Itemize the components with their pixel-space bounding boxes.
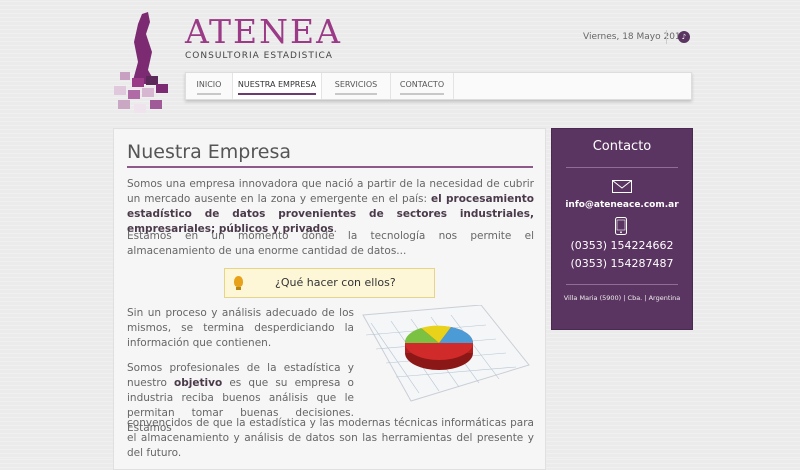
contact-phone-2: (0353) 154287487 — [570, 257, 674, 270]
nav-item-contacto[interactable]: CONTACTO — [391, 73, 453, 99]
nav-item-nuestra-empresa[interactable]: NUESTRA EMPRESA — [233, 73, 321, 99]
nav-item-inicio[interactable]: INICIO — [186, 73, 232, 99]
conclusion-paragraph: convencidos de que la estadística y las … — [127, 417, 534, 459]
lightbulb-icon — [234, 276, 243, 290]
current-date: Viernes, 18 Mayo 2012 — [583, 32, 687, 42]
logo-figure-icon — [114, 12, 168, 113]
pie-chart-illustration — [362, 305, 530, 402]
nav-item-label: CONTACTO — [399, 80, 445, 95]
objective-highlight: objetivo — [174, 377, 223, 389]
nav-divider — [453, 73, 454, 99]
nav-item-label: NUESTRA EMPRESA — [237, 80, 317, 95]
brand-tagline: CONSULTORIA ESTADISTICA — [185, 51, 333, 61]
data-paragraph: Estamos en un momento dónde la tecnologí… — [127, 230, 534, 257]
header-divider — [666, 30, 667, 44]
process-paragraph: Sin un proceso y análisis adecuado de lo… — [127, 307, 354, 349]
main-nav: INICIO NUESTRA EMPRESA SERVICIOS CONTACT… — [185, 72, 692, 100]
contact-panel: Contacto info@ateneace.com.ar (0353) 154… — [551, 128, 693, 330]
brand[interactable]: ATENEA CONSULTORIA ESTADISTICA — [185, 12, 342, 62]
question-callout: ¿Qué hacer con ellos? — [224, 268, 435, 298]
contact-email[interactable]: info@ateneace.com.ar — [552, 200, 692, 210]
callout-text: ¿Qué hacer con ellos? — [275, 276, 396, 289]
nav-item-servicios[interactable]: SERVICIOS — [322, 73, 390, 99]
mail-icon — [612, 180, 632, 193]
nav-item-label: SERVICIOS — [334, 80, 378, 95]
contact-phone-1: (0353) 154224662 — [570, 239, 674, 252]
contact-divider — [566, 284, 678, 285]
contact-title: Contacto — [592, 139, 652, 154]
nav-item-label: INICIO — [196, 80, 222, 95]
microphone-icon[interactable]: ♪ — [678, 31, 690, 43]
main-content: Nuestra Empresa Somos una empresa innova… — [113, 128, 546, 470]
contact-address: Villa Maria (5900) | Cba. | Argentina — [563, 294, 681, 302]
contact-divider — [566, 167, 678, 168]
intro-paragraph: Somos una empresa innovadora que nació a… — [127, 178, 534, 235]
page-title: Nuestra Empresa — [127, 141, 533, 168]
brand-name: ATENEA — [185, 12, 342, 51]
phone-icon — [615, 217, 627, 235]
